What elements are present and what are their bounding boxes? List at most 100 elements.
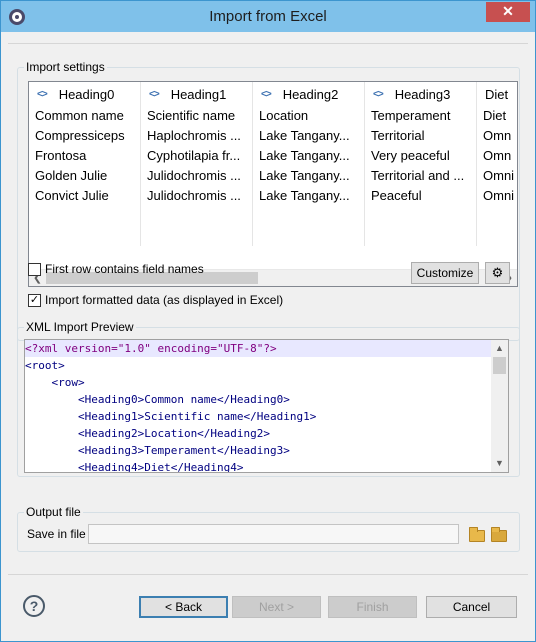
- settings-button[interactable]: ⚙: [485, 262, 510, 284]
- table-cell: Diet: [477, 106, 517, 126]
- table-cell: [365, 226, 477, 246]
- formatted-data-option[interactable]: ✓ Import formatted data (as displayed in…: [28, 293, 283, 307]
- table-cell: Compressiceps: [29, 126, 141, 146]
- back-button[interactable]: < Back: [139, 596, 228, 618]
- window-title: Import from Excel: [209, 8, 327, 25]
- column-header[interactable]: <> Heading2: [253, 82, 365, 106]
- column-header[interactable]: <> Heading0: [29, 82, 141, 106]
- import-settings-label: Import settings: [24, 60, 107, 74]
- column-header-label: Heading0: [58, 86, 115, 102]
- table-cell: [365, 206, 477, 226]
- first-row-option[interactable]: First row contains field names: [28, 262, 204, 276]
- folder-icon[interactable]: [469, 527, 485, 542]
- table-cell: Frontosa: [29, 146, 141, 166]
- table-cell: Lake Tangany...: [253, 166, 365, 186]
- table-cell: Peaceful: [365, 186, 477, 206]
- table-cell: Omni: [477, 166, 517, 186]
- column-header[interactable]: Diet: [477, 82, 517, 106]
- table-row[interactable]: Golden Julie Julidochromis ... Lake Tangan…: [29, 166, 517, 186]
- table-cell: Julidochromis ...: [141, 186, 253, 206]
- bottom-divider: [8, 574, 528, 575]
- table-cell: Golden Julie: [29, 166, 141, 186]
- column-header[interactable]: <> Heading3: [365, 82, 477, 106]
- empty-row: [29, 206, 517, 226]
- table-cell: [141, 206, 253, 226]
- table-cell: Lake Tangany...: [253, 126, 365, 146]
- table-cell: Haplochromis ...: [141, 126, 253, 146]
- table-cell: [141, 226, 253, 246]
- xml-line: <?xml version="1.0" encoding="UTF-8"?>: [25, 340, 508, 357]
- scroll-thumb[interactable]: [493, 357, 506, 374]
- xml-line: <Heading4>Diet</Heading4>: [25, 461, 244, 473]
- gear-icon: ⚙: [491, 265, 504, 280]
- customize-button[interactable]: Customize: [411, 262, 479, 284]
- column-type-icon: <>: [261, 88, 272, 100]
- table-cell: [253, 206, 365, 226]
- save-in-file-label: Save in file: [27, 527, 86, 541]
- xml-line: <Heading0>Common name</Heading0>: [25, 393, 290, 406]
- cancel-button[interactable]: Cancel: [426, 596, 517, 618]
- table-cell: Omn: [477, 146, 517, 166]
- preview-table[interactable]: <> Heading0 <> Heading1 <> Heading2 <> Heading3…: [28, 81, 518, 287]
- table-cell: Territorial: [365, 126, 477, 146]
- table-cell: [29, 226, 141, 246]
- empty-row: [29, 226, 517, 246]
- open-folder-icon[interactable]: [491, 527, 507, 542]
- table-row[interactable]: Frontosa Cyphotilapia fr... Lake Tangany..…: [29, 146, 517, 166]
- table-cell: Location: [253, 106, 365, 126]
- column-header-label: Heading3: [394, 86, 451, 102]
- table-cell: Scientific name: [141, 106, 253, 126]
- table-cell: Temperament: [365, 106, 477, 126]
- dialog-window: Import from Excel ✕ Import settings <> He…: [0, 0, 536, 642]
- xml-lines: <?xml version="1.0" encoding="UTF-8"?> <r…: [25, 340, 508, 473]
- table-row[interactable]: Common name Scientific name Location Temper…: [29, 106, 517, 126]
- vertical-scrollbar[interactable]: ▲ ▼: [491, 340, 508, 472]
- formatted-data-checkbox[interactable]: ✓: [28, 293, 41, 307]
- title-bar[interactable]: Import from Excel ✕: [1, 1, 535, 32]
- table-cell: Lake Tangany...: [253, 146, 365, 166]
- column-header[interactable]: <> Heading1: [141, 82, 253, 106]
- top-divider: [8, 43, 528, 44]
- xml-line: <row>: [25, 376, 85, 389]
- help-icon[interactable]: ?: [23, 595, 45, 617]
- scroll-down-icon[interactable]: ▼: [491, 455, 508, 472]
- xml-line: <Heading2>Location</Heading2>: [25, 427, 271, 440]
- column-header-label: Diet: [485, 86, 509, 102]
- column-header-label: Heading2: [282, 86, 339, 102]
- xml-line: <Heading1>Scientific name</Heading1>: [25, 410, 317, 423]
- table-cell: [477, 206, 517, 226]
- xml-preview-label: XML Import Preview: [24, 320, 136, 334]
- next-button[interactable]: Next >: [232, 596, 321, 618]
- table-header: <> Heading0 <> Heading1 <> Heading2 <> Heading3…: [29, 82, 517, 106]
- formatted-data-label: Import formatted data (as displayed in E…: [45, 293, 284, 307]
- output-file-label: Output file: [24, 505, 83, 519]
- xml-line: <Heading3>Temperament</Heading3>: [25, 444, 290, 457]
- first-row-checkbox[interactable]: [28, 262, 41, 276]
- table-cell: Territorial and ...: [365, 166, 477, 186]
- finish-button[interactable]: Finish: [328, 596, 417, 618]
- table-cell: Common name: [29, 106, 141, 126]
- first-row-label: First row contains field names: [45, 262, 204, 276]
- table-cell: Cyphotilapia fr...: [141, 146, 253, 166]
- column-type-icon: <>: [149, 88, 160, 100]
- scroll-up-icon[interactable]: ▲: [491, 340, 508, 357]
- dialog-content: Import settings <> Heading0 <> Heading1 <> He…: [8, 32, 528, 636]
- table-cell: Lake Tangany...: [253, 186, 365, 206]
- table-cell: Julidochromis ...: [141, 166, 253, 186]
- xml-line: <root>: [25, 359, 65, 372]
- xml-preview-box[interactable]: <?xml version="1.0" encoding="UTF-8"?> <r…: [24, 339, 509, 473]
- table-cell: Very peaceful: [365, 146, 477, 166]
- table-cell: [253, 226, 365, 246]
- table-row[interactable]: Compressiceps Haplochromis ... Lake Tangan…: [29, 126, 517, 146]
- save-in-file-input[interactable]: [88, 524, 459, 544]
- table-cell: Convict Julie: [29, 186, 141, 206]
- table-cell: Omn: [477, 126, 517, 146]
- table-cell: Omni: [477, 186, 517, 206]
- column-type-icon: <>: [373, 88, 384, 100]
- table-row[interactable]: Convict Julie Julidochromis ... Lake Tanga…: [29, 186, 517, 206]
- column-type-icon: <>: [37, 88, 48, 100]
- table-cell: [477, 226, 517, 246]
- column-header-label: Heading1: [170, 86, 227, 102]
- table-cell: [29, 206, 141, 226]
- close-button[interactable]: ✕: [486, 2, 530, 22]
